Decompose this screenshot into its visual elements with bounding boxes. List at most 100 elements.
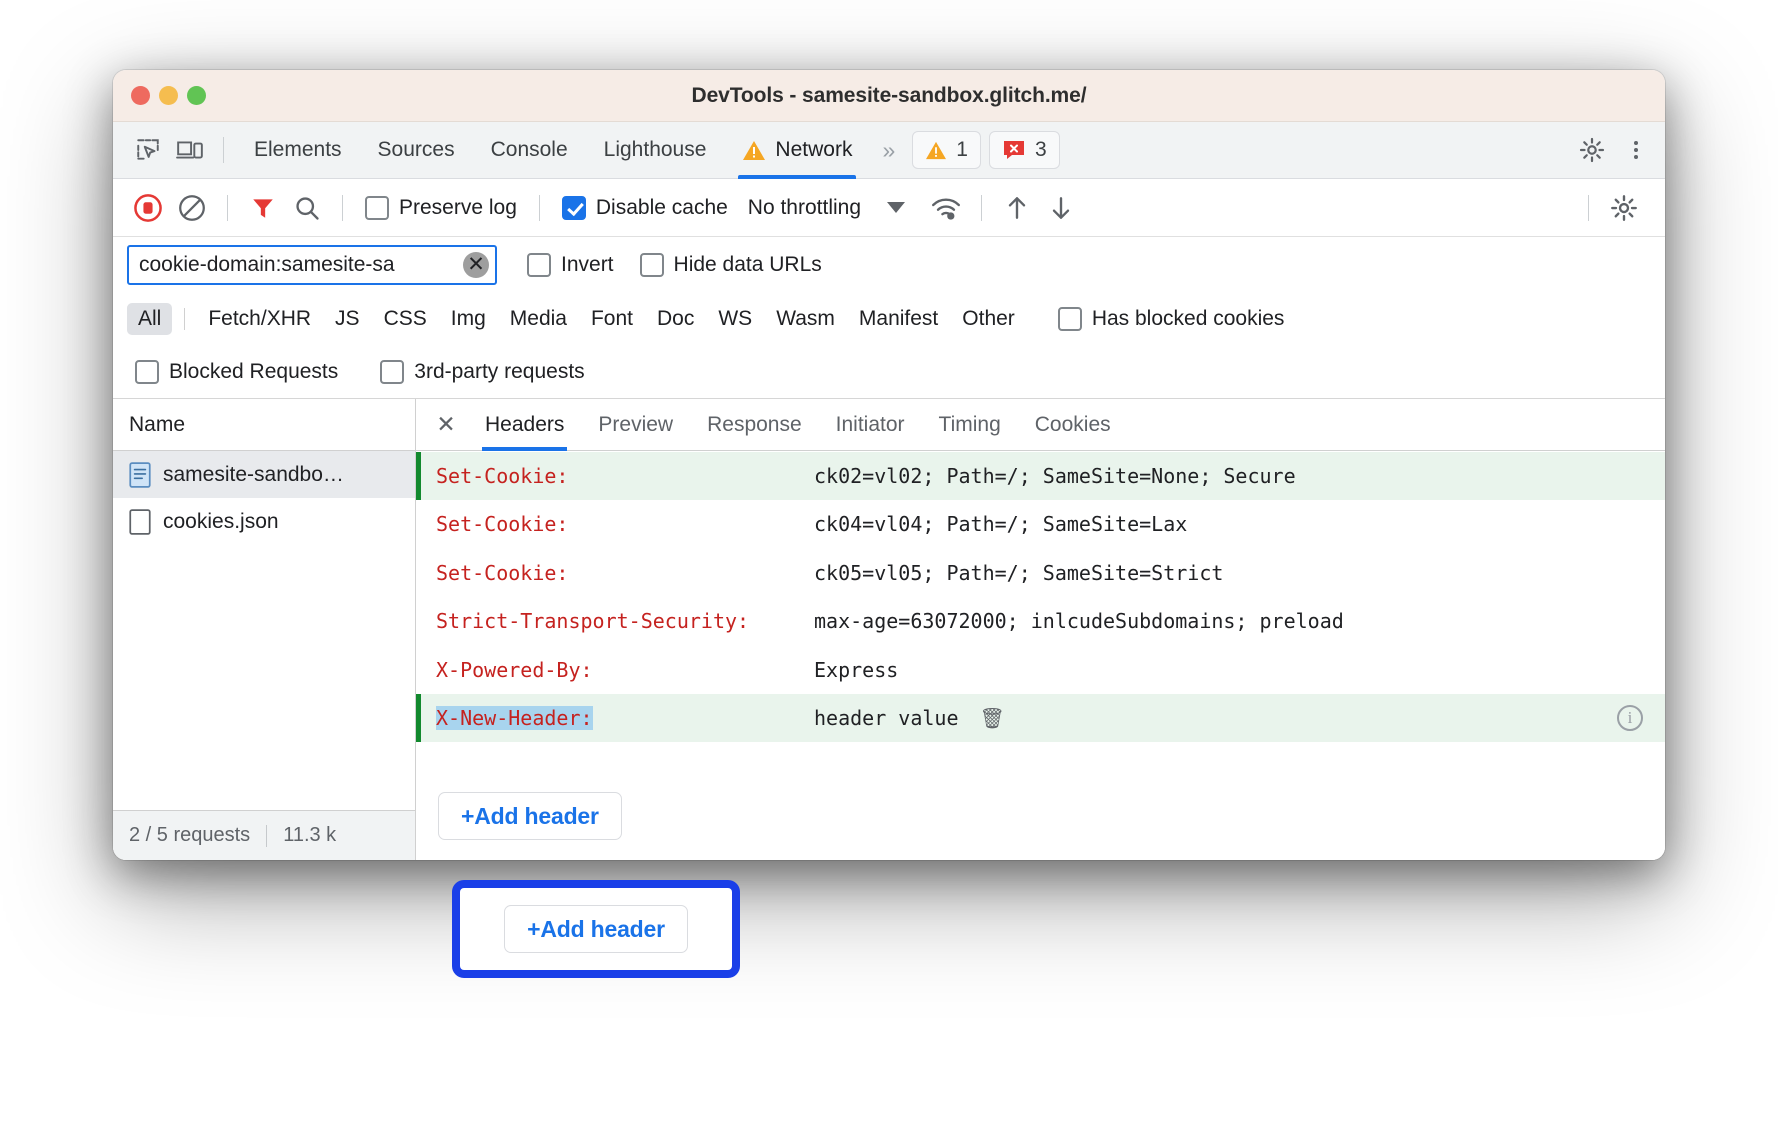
header-row[interactable]: Strict-Transport-Security: max-age=63072… xyxy=(416,597,1665,645)
disable-cache-checkbox-box[interactable] xyxy=(562,196,586,220)
type-filter-img[interactable]: Img xyxy=(440,303,497,335)
has-blocked-cookies-label: Has blocked cookies xyxy=(1092,307,1285,331)
kebab-menu-icon[interactable] xyxy=(1617,131,1655,169)
import-har-upload-icon[interactable] xyxy=(996,189,1038,227)
header-name[interactable]: Set-Cookie: xyxy=(436,509,814,539)
tab-response[interactable]: Response xyxy=(690,399,819,451)
type-filter-js[interactable]: JS xyxy=(324,303,371,335)
header-name[interactable]: X-Powered-By: xyxy=(436,655,814,685)
header-name[interactable]: X-New-Header: xyxy=(436,703,814,733)
preserve-log-checkbox[interactable]: Preserve log xyxy=(357,196,525,220)
has-blocked-cookies-checkbox-box[interactable] xyxy=(1058,307,1082,331)
header-value[interactable]: ck05=vl05; Path=/; SameSite=Strict xyxy=(814,558,1665,588)
header-value-text: header value xyxy=(814,706,959,730)
tab-headers[interactable]: Headers xyxy=(468,399,581,451)
header-value[interactable]: Express xyxy=(814,655,1665,685)
tab-console[interactable]: Console xyxy=(473,122,586,179)
type-filter-fetch-xhr[interactable]: Fetch/XHR xyxy=(197,303,322,335)
funnel-filter-icon[interactable] xyxy=(242,189,284,227)
header-value[interactable]: header value 🗑 xyxy=(814,703,1665,733)
network-status-bar: 2 / 5 requests 11.3 k xyxy=(113,810,415,860)
header-value[interactable]: ck04=vl04; Path=/; SameSite=Lax xyxy=(814,509,1665,539)
tab-preview[interactable]: Preview xyxy=(581,399,690,451)
throttling-dropdown[interactable]: No throttling xyxy=(748,196,905,220)
device-toolbar-icon[interactable] xyxy=(169,131,211,169)
has-blocked-cookies-checkbox[interactable]: Has blocked cookies xyxy=(1050,307,1293,331)
tab-sources[interactable]: Sources xyxy=(360,122,473,179)
type-filter-all[interactable]: All xyxy=(127,303,172,335)
type-filter-media[interactable]: Media xyxy=(499,303,578,335)
header-row[interactable]: Set-Cookie: ck02=vl02; Path=/; SameSite=… xyxy=(416,452,1665,500)
error-count-label: 3 xyxy=(1035,138,1047,162)
error-badge-icon xyxy=(1002,139,1026,161)
warning-count-button[interactable]: 1 xyxy=(912,131,981,169)
blocked-requests-checkbox[interactable]: Blocked Requests xyxy=(127,360,346,384)
more-tabs-icon[interactable]: » xyxy=(870,137,904,164)
network-conditions-icon[interactable] xyxy=(925,189,967,227)
window-title: DevTools - samesite-sandbox.glitch.me/ xyxy=(113,84,1665,108)
header-value[interactable]: max-age=63072000; inlcudeSubdomains; pre… xyxy=(814,606,1665,636)
gear-icon[interactable] xyxy=(1571,131,1613,169)
header-name[interactable]: Strict-Transport-Security: xyxy=(436,606,814,636)
header-row[interactable]: Set-Cookie: ck04=vl04; Path=/; SameSite=… xyxy=(416,500,1665,548)
third-party-requests-checkbox-box[interactable] xyxy=(380,360,404,384)
tab-cookies[interactable]: Cookies xyxy=(1018,399,1128,451)
search-icon[interactable] xyxy=(286,189,328,227)
tab-elements[interactable]: Elements xyxy=(236,122,360,179)
type-filter-font[interactable]: Font xyxy=(580,303,644,335)
info-circle-icon[interactable]: i xyxy=(1617,705,1643,731)
tab-lighthouse[interactable]: Lighthouse xyxy=(586,122,725,179)
tab-initiator-label: Initiator xyxy=(836,413,905,437)
hide-data-urls-checkbox[interactable]: Hide data URLs xyxy=(632,253,830,277)
record-stop-icon[interactable] xyxy=(127,189,169,227)
error-count-button[interactable]: 3 xyxy=(989,131,1060,169)
tab-timing[interactable]: Timing xyxy=(922,399,1018,451)
tab-network[interactable]: Network xyxy=(724,122,870,179)
preserve-log-checkbox-box[interactable] xyxy=(365,196,389,220)
chevron-down-icon xyxy=(887,202,905,213)
header-row-new[interactable]: X-New-Header: header value 🗑 i xyxy=(416,694,1665,742)
request-row-cookies-json[interactable]: cookies.json xyxy=(113,498,415,545)
add-header-button[interactable]: +Add header xyxy=(438,792,622,840)
header-name[interactable]: Set-Cookie: xyxy=(436,461,814,491)
inspect-element-icon[interactable] xyxy=(127,131,169,169)
network-settings-gear-icon[interactable] xyxy=(1603,189,1645,227)
tab-console-label: Console xyxy=(491,138,568,162)
third-party-requests-label: 3rd-party requests xyxy=(414,360,584,384)
toolbar-divider-4 xyxy=(981,195,982,221)
type-filter-other[interactable]: Other xyxy=(951,303,1026,335)
document-file-icon xyxy=(129,462,151,488)
tab-preview-label: Preview xyxy=(598,413,673,437)
tab-network-label: Network xyxy=(775,138,852,162)
warning-triangle-icon xyxy=(742,139,766,161)
tab-initiator[interactable]: Initiator xyxy=(819,399,922,451)
header-value[interactable]: ck02=vl02; Path=/; SameSite=None; Secure xyxy=(814,461,1665,491)
close-icon[interactable]: ✕ xyxy=(424,403,468,447)
third-party-requests-checkbox[interactable]: 3rd-party requests xyxy=(372,360,592,384)
export-har-download-icon[interactable] xyxy=(1040,189,1082,227)
type-filter-css[interactable]: CSS xyxy=(373,303,438,335)
request-list-column-name[interactable]: Name xyxy=(113,399,415,451)
response-headers-list: Set-Cookie: ck02=vl02; Path=/; SameSite=… xyxy=(416,451,1665,778)
clear-network-log-icon[interactable] xyxy=(171,189,213,227)
invert-checkbox-box[interactable] xyxy=(527,253,551,277)
filter-input[interactable]: cookie-domain:samesite-sa ✕ xyxy=(127,245,497,285)
header-name[interactable]: Set-Cookie: xyxy=(436,558,814,588)
request-row-samesite-sandbox[interactable]: samesite-sandbo… xyxy=(113,451,415,498)
invert-checkbox[interactable]: Invert xyxy=(519,253,622,277)
type-filter-wasm[interactable]: Wasm xyxy=(765,303,846,335)
blocked-requests-checkbox-box[interactable] xyxy=(135,360,159,384)
add-header-button-highlighted[interactable]: +Add header xyxy=(504,905,688,953)
request-detail-panel: ✕ Headers Preview Response Initiator Tim… xyxy=(416,399,1665,860)
trash-delete-icon[interactable]: 🗑 xyxy=(980,706,1005,730)
header-row[interactable]: Set-Cookie: ck05=vl05; Path=/; SameSite=… xyxy=(416,549,1665,597)
type-filter-manifest[interactable]: Manifest xyxy=(848,303,949,335)
clear-filter-icon[interactable]: ✕ xyxy=(463,252,489,278)
tab-cookies-label: Cookies xyxy=(1035,413,1111,437)
header-row[interactable]: X-Powered-By: Express xyxy=(416,646,1665,694)
type-filter-doc[interactable]: Doc xyxy=(646,303,705,335)
type-filter-ws[interactable]: WS xyxy=(707,303,763,335)
disable-cache-checkbox[interactable]: Disable cache xyxy=(554,196,736,220)
hide-data-urls-checkbox-box[interactable] xyxy=(640,253,664,277)
toolbar-divider xyxy=(227,195,228,221)
